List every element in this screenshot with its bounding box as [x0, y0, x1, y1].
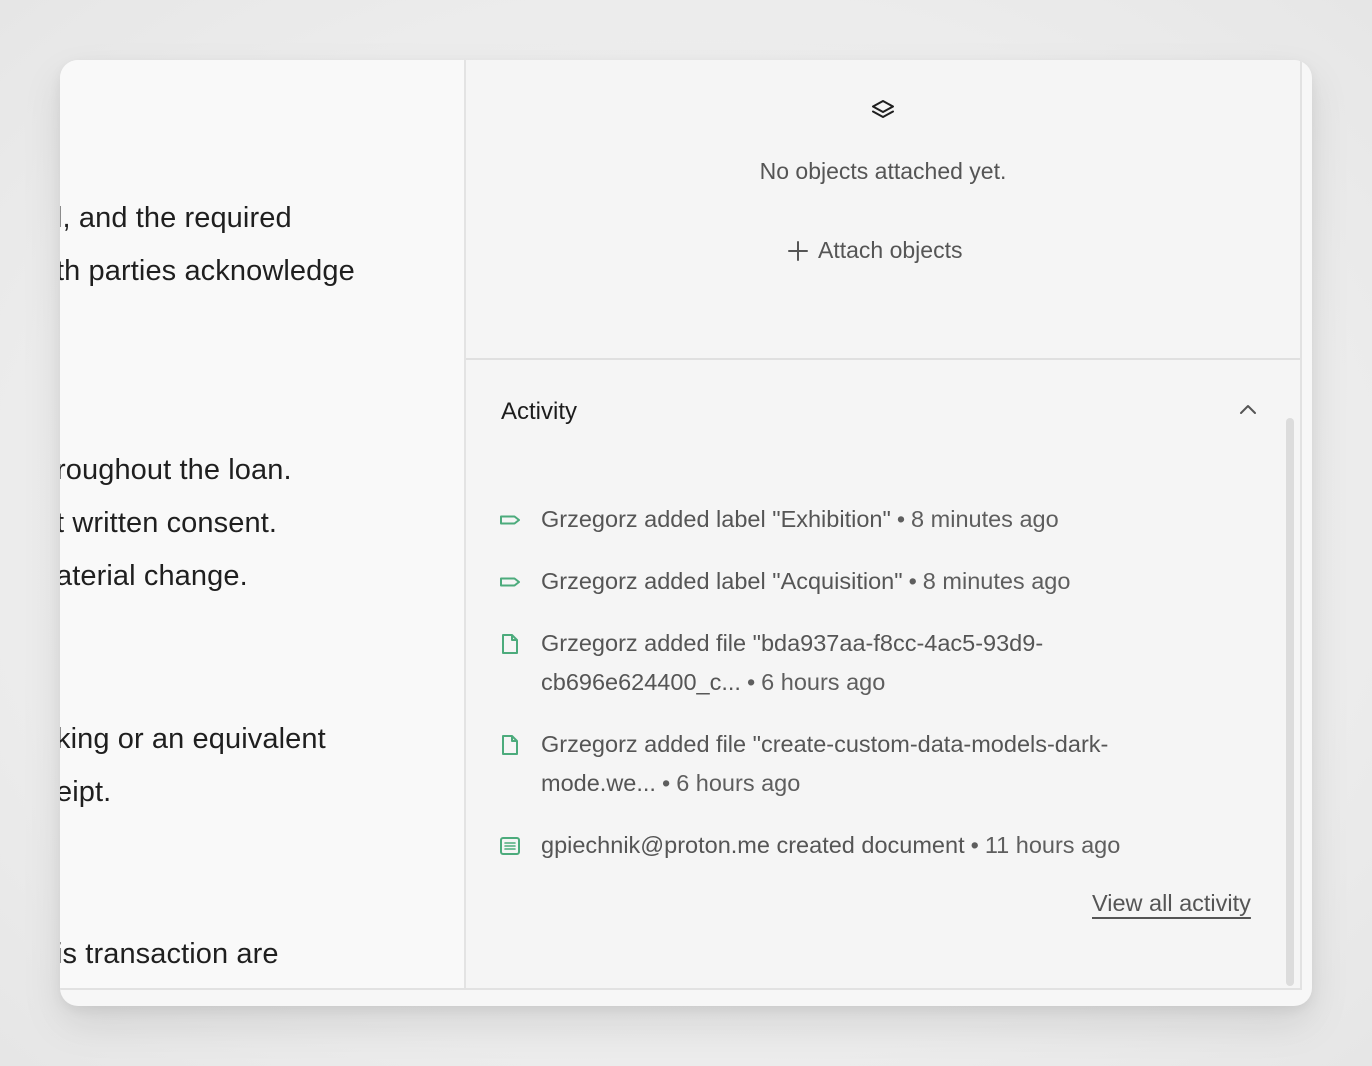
details-sidebar: No objects attached yet. Attach objects …: [466, 60, 1300, 988]
tag-icon: [499, 509, 521, 531]
activity-description: Grzegorz added label "Acquisition": [541, 568, 903, 594]
file-icon: [499, 633, 521, 655]
plus-icon: [788, 240, 808, 261]
document-window: l, and the required th parties acknowled…: [60, 60, 1312, 1006]
attach-objects-button[interactable]: Attach objects: [782, 230, 968, 270]
attach-objects-label: Attach objects: [818, 236, 963, 263]
collapse-activity-button[interactable]: [1234, 396, 1262, 424]
scrollbar-thumb[interactable]: [1286, 418, 1294, 986]
activity-time: 6 hours ago: [761, 669, 886, 695]
activity-description: gpiechnik@proton.me created document: [541, 832, 965, 858]
document-editor[interactable]: l, and the required th parties acknowled…: [60, 60, 464, 990]
activity-time: 6 hours ago: [676, 770, 801, 796]
activity-heading: Activity: [501, 398, 578, 425]
document-text-line: is transaction are: [60, 938, 279, 970]
activity-text: gpiechnik@proton.me created document • 11 …: [541, 832, 1121, 858]
activity-item: Grzegorz added file "create-custom-data-…: [499, 725, 1269, 803]
document-text-line: aterial change.: [60, 560, 248, 592]
document-icon: [499, 835, 521, 857]
activity-description: Grzegorz added label "Exhibition": [541, 506, 891, 532]
activity-item: Grzegorz added file "bda937aa-f8cc-4ac5-…: [499, 624, 1269, 702]
document-text-line: th parties acknowledge: [60, 255, 355, 287]
empty-state-text: No objects attached yet.: [759, 158, 1007, 184]
sidebar-edge: [1300, 60, 1302, 990]
activity-text: Grzegorz added file "bda937aa-f8cc-4ac5-…: [541, 630, 1044, 695]
chevron-up-icon: [1240, 405, 1256, 414]
tag-icon: [499, 571, 521, 593]
file-icon: [499, 734, 521, 756]
activity-text: Grzegorz added file "create-custom-data-…: [541, 731, 1109, 796]
activity-text: Grzegorz added label "Exhibition" • 8 minu…: [541, 506, 1059, 532]
activity-time: 8 minutes ago: [922, 568, 1071, 594]
document-text-line: l, and the required: [60, 202, 292, 234]
activity-item: Grzegorz added label "Acquisition" • 8 min…: [499, 562, 1269, 601]
view-all-activity-link[interactable]: View all activity: [1092, 890, 1251, 917]
activity-item: Grzegorz added label "Exhibition" • 8 minu…: [499, 500, 1269, 539]
document-text-line: roughout the loan.: [60, 454, 292, 486]
document-text-line: king or an equivalent: [60, 723, 326, 755]
activity-item: gpiechnik@proton.me created document • 11 …: [499, 826, 1269, 865]
layers-icon: [870, 98, 896, 122]
activity-text: Grzegorz added label "Acquisition" • 8 min…: [541, 568, 1071, 594]
activity-time: 8 minutes ago: [911, 506, 1059, 532]
document-text-line: t written consent.: [60, 507, 278, 539]
bottom-divider: [60, 988, 1300, 990]
activity-list: Grzegorz added label "Exhibition" • 8 minu…: [499, 500, 1269, 888]
activity-time: 11 hours ago: [984, 832, 1121, 858]
activity-section: Activity Grzegorz added label "Exhibitio…: [466, 360, 1300, 988]
document-text-line: eipt.: [60, 776, 112, 808]
activity-description: Grzegorz added file "create-custom-data-…: [541, 731, 1109, 796]
attached-objects-section: No objects attached yet. Attach objects: [466, 60, 1300, 358]
activity-scrollbar[interactable]: [1284, 418, 1296, 988]
